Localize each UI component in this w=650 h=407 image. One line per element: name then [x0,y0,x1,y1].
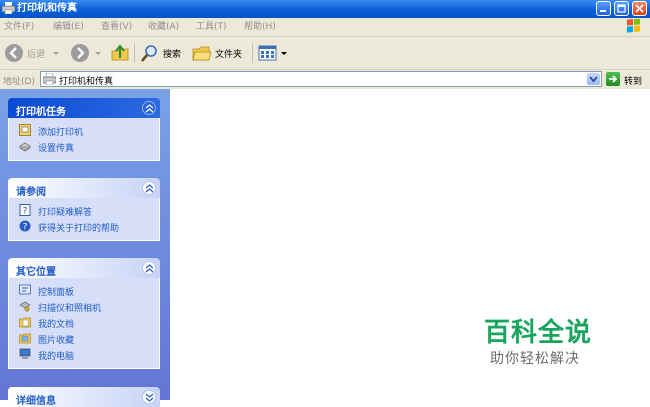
task-label: 扫描仪和照相机 [38,304,102,314]
menu-file[interactable]: 文件(F) [4,21,34,33]
collapse-button[interactable] [142,181,156,195]
menu-tools[interactable]: 工具(T) [196,21,227,33]
forward-arrow-icon[interactable] [70,43,90,63]
link-control-panel[interactable]: 控制面板 [9,283,159,299]
chevron-down-icon [589,76,598,83]
back-dropdown-icon[interactable] [52,43,60,63]
panel-body: 添加打印机 设置传真 [8,118,160,161]
back-label[interactable]: 后退 [27,47,45,60]
svg-text:?: ? [23,207,28,217]
back-arrow-icon[interactable] [4,43,24,63]
task-label: 设置传真 [38,144,75,154]
window-title: 打印机和传真 [17,3,77,14]
help-icon: ? [19,220,31,232]
printer-fax-icon [43,73,56,85]
watermark-subtitle: 助你轻松解决 [490,351,580,367]
documents-folder-icon [19,317,31,328]
link-my-documents[interactable]: 我的文档 [9,315,159,331]
chevron-up-icon [145,104,154,113]
panel-header[interactable]: 请参阅 [8,178,160,198]
scanner-icon [19,301,31,312]
other-places-panel: 其它位置 控制面板 扫描仪和照相机 我的文档 图片收藏 我的电脑 [8,258,160,369]
go-arrow-icon [609,75,618,83]
minimize-icon [600,10,606,12]
view-dropdown-icon[interactable] [280,43,288,63]
link-print-troubleshooter[interactable]: ? 打印疑难解答 [9,203,159,219]
collapse-button[interactable] [142,261,156,275]
chevron-up-icon [145,264,154,273]
address-label: 地址(D) [3,77,35,87]
link-scanners-cameras[interactable]: 扫描仪和照相机 [9,299,159,315]
details-panel: 详细信息 [8,387,160,407]
printer-tasks-panel: 打印机任务 添加打印机 设置传真 [8,98,160,161]
expand-button[interactable] [142,390,156,404]
up-folder-icon[interactable] [110,43,130,63]
close-icon [635,4,644,13]
task-label: 获得关于打印的帮助 [38,224,120,234]
search-label[interactable]: 搜索 [163,47,181,60]
control-panel-icon [19,284,31,295]
collapse-button[interactable] [142,101,156,115]
panel-header[interactable]: 其它位置 [8,258,160,278]
chevron-up-icon [145,184,154,193]
menu-favorites[interactable]: 收藏(A) [148,21,179,33]
task-label: 添加打印机 [38,128,84,138]
minimize-button[interactable] [596,1,611,16]
svg-text:?: ? [23,223,28,233]
menu-bar: 文件(F) 编辑(E) 查看(V) 收藏(A) 工具(T) 帮助(H) [0,18,650,37]
search-icon[interactable] [140,43,160,63]
task-label: 打印疑难解答 [38,208,93,218]
task-label: 我的电脑 [38,352,75,362]
close-button[interactable] [632,1,647,16]
toolbar-separator [252,43,253,63]
go-button[interactable] [606,72,620,86]
computer-icon [19,348,31,359]
address-bar: 地址(D) 打印机和传真 转到 [0,70,650,89]
maximize-button[interactable] [614,1,629,16]
panel-title: 请参阅 [16,187,46,198]
task-label: 图片收藏 [38,336,75,346]
printer-icon [2,2,15,14]
pictures-folder-icon [19,333,31,344]
toolbar-separator [134,43,135,63]
task-setup-fax[interactable]: 设置传真 [9,139,159,155]
panel-title: 其它位置 [16,267,56,278]
panel-title: 打印机任务 [16,107,66,118]
address-value: 打印机和传真 [59,77,114,87]
title-bar: 打印机和传真 [0,0,650,18]
panel-header[interactable]: 详细信息 [8,387,160,407]
task-add-printer[interactable]: 添加打印机 [9,123,159,139]
chevron-down-icon [145,393,154,402]
maximize-icon [617,4,626,13]
go-label[interactable]: 转到 [624,74,642,87]
menu-view[interactable]: 查看(V) [101,21,132,33]
forward-dropdown-icon[interactable] [94,43,102,63]
link-my-pictures[interactable]: 图片收藏 [9,331,159,347]
add-printer-icon [19,124,31,136]
address-dropdown-button[interactable] [587,73,600,85]
link-my-computer[interactable]: 我的电脑 [9,347,159,363]
menu-help[interactable]: 帮助(H) [244,21,276,33]
windows-logo-icon [627,19,640,33]
panel-header[interactable]: 打印机任务 [8,98,160,118]
task-pane: 打印机任务 添加打印机 设置传真 请参阅 ? 打印疑难解答 ? 获得关于打印的帮… [0,89,170,407]
panel-body: ? 打印疑难解答 ? 获得关于打印的帮助 [8,198,160,241]
folders-label[interactable]: 文件夹 [215,47,242,60]
panel-body: 控制面板 扫描仪和照相机 我的文档 图片收藏 我的电脑 [8,278,160,369]
fax-icon [19,142,31,152]
watermark-title: 百科全说 [484,318,593,348]
help-book-icon: ? [19,204,31,216]
task-label: 控制面板 [38,288,75,298]
task-label: 我的文档 [38,320,75,330]
link-print-help[interactable]: ? 获得关于打印的帮助 [9,219,159,235]
folders-icon[interactable] [192,43,212,63]
menu-edit[interactable]: 编辑(E) [53,21,84,33]
address-input[interactable]: 打印机和传真 [40,71,602,87]
see-also-panel: 请参阅 ? 打印疑难解答 ? 获得关于打印的帮助 [8,178,160,241]
view-icon[interactable] [258,43,278,63]
toolbar: 后退 搜索 文件夹 [0,37,650,70]
